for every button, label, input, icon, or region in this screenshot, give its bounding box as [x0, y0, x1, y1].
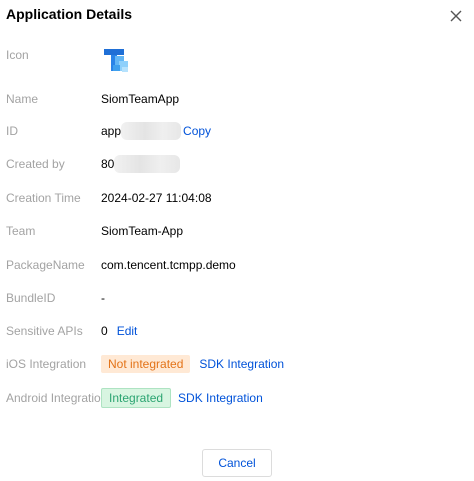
close-icon[interactable]: [448, 8, 464, 24]
package-label: PackageName: [6, 258, 85, 272]
icon-label: Icon: [6, 48, 29, 62]
sensitive-apis-row: Sensitive APIs 0 Edit: [6, 321, 474, 341]
application-details-dialog: Application Details Icon Name SiomTeamAp…: [0, 0, 474, 481]
sensitive-apis-value-group: 0 Edit: [101, 324, 137, 338]
android-sdk-integration-link[interactable]: SDK Integration: [178, 391, 263, 405]
ios-integration-label: iOS Integration: [6, 357, 87, 371]
team-value: SiomTeam-App: [101, 224, 184, 238]
copy-id-link[interactable]: Copy: [183, 124, 211, 138]
bundle-label: BundleID: [6, 291, 56, 305]
created-by-redacted: [114, 155, 181, 173]
cancel-button[interactable]: Cancel: [202, 449, 272, 477]
creation-time-label: Creation Time: [6, 191, 81, 205]
id-row: ID app Copy: [6, 121, 474, 141]
name-value: SiomTeamApp: [101, 92, 180, 106]
team-label: Team: [6, 224, 36, 238]
bundle-row: BundleID -: [6, 288, 474, 308]
name-label: Name: [6, 92, 39, 106]
android-integration-value: Integrated SDK Integration: [101, 388, 263, 408]
edit-sensitive-apis-link[interactable]: Edit: [117, 324, 138, 338]
creation-time-value: 2024-02-27 11:04:08: [101, 191, 212, 205]
ios-integration-row: iOS Integration Not integrated SDK Integ…: [6, 354, 474, 374]
package-row: PackageName com.tencent.tcmpp.demo: [6, 255, 474, 275]
dialog-title: Application Details: [6, 6, 133, 22]
app-logo-icon: [104, 49, 128, 72]
created-by-label: Created by: [6, 157, 65, 171]
team-row: Team SiomTeam-App: [6, 221, 474, 241]
creation-time-row: Creation Time 2024-02-27 11:04:08: [6, 188, 474, 208]
id-value: app Copy: [101, 122, 211, 140]
id-prefix: app: [101, 124, 122, 138]
ios-integration-value: Not integrated SDK Integration: [101, 355, 284, 373]
id-redacted: [121, 122, 182, 140]
sensitive-apis-count: 0: [101, 324, 108, 338]
ios-status-badge: Not integrated: [101, 355, 191, 373]
bundle-value: -: [101, 291, 105, 305]
name-row: Name SiomTeamApp: [6, 89, 474, 109]
created-by-prefix: 80: [101, 157, 115, 171]
icon-row: Icon: [6, 45, 474, 65]
ios-sdk-integration-link[interactable]: SDK Integration: [199, 357, 284, 371]
android-integration-label: Android Integration: [6, 391, 108, 405]
created-by-value: 80: [101, 155, 181, 173]
android-integration-row: Android Integration Integrated SDK Integ…: [6, 388, 474, 408]
sensitive-apis-label: Sensitive APIs: [6, 324, 83, 338]
package-value: com.tencent.tcmpp.demo: [101, 258, 236, 272]
created-by-row: Created by 80: [6, 154, 474, 174]
id-label: ID: [6, 124, 18, 138]
android-status-badge: Integrated: [101, 388, 172, 408]
